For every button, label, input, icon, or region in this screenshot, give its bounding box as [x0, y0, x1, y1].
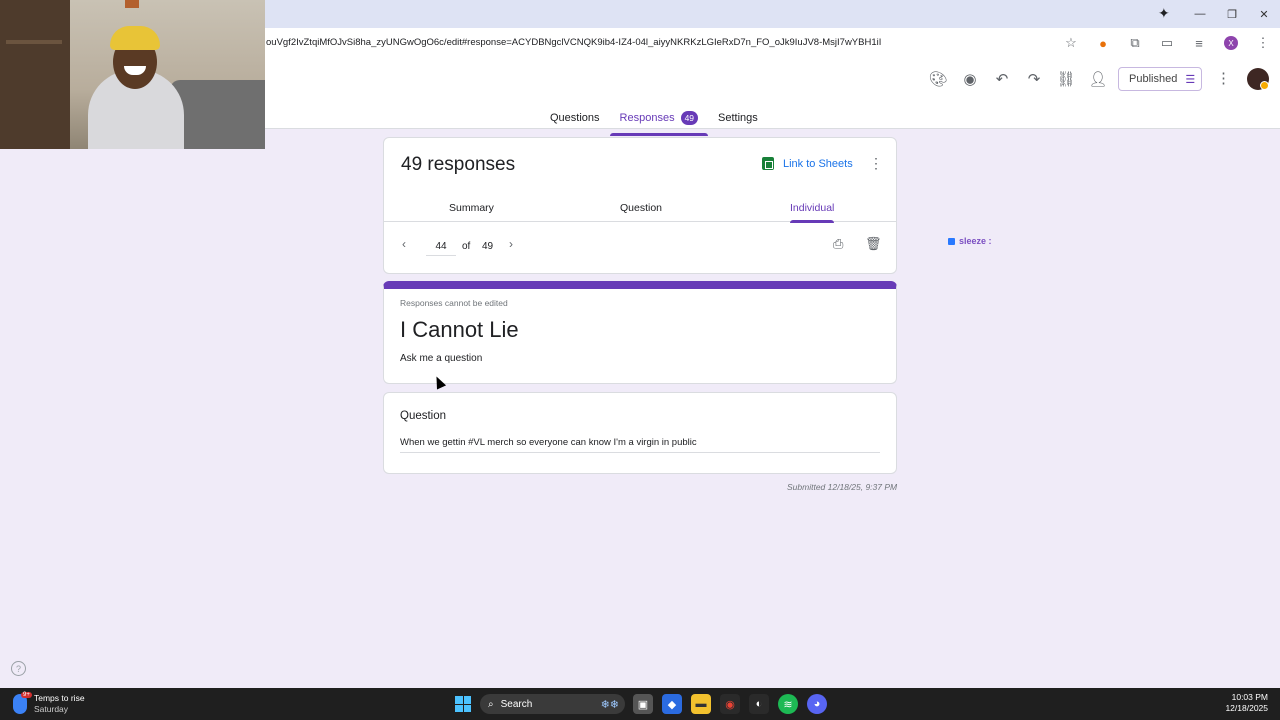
response-pager: ‹ of 49 › ⎙ 🗑︎ — [384, 235, 896, 259]
help-icon[interactable]: ? — [11, 661, 26, 676]
snowflake-icon: ❄❄ — [600, 698, 619, 711]
form-header-card: Responses cannot be edited I Cannot Lie … — [383, 281, 897, 384]
bookmark-star-icon[interactable]: ☆ — [1058, 31, 1084, 55]
extension-icon[interactable]: ● — [1090, 31, 1116, 55]
cast-icon[interactable]: ▭ — [1154, 31, 1180, 55]
link-to-sheets-label: Link to Sheets — [783, 157, 853, 170]
palette-icon[interactable]: 🎨︎ — [922, 67, 954, 91]
chevron-left-icon[interactable]: ‹ — [402, 237, 406, 251]
side-label: sleeze : — [948, 236, 992, 246]
toolbar-icons: ☆ ● ⧉ ▭ ≡ X ⋮ — [1058, 31, 1276, 55]
responses-card: 49 responses Link to Sheets ⋮ Summary Qu… — [383, 137, 897, 274]
responses-more-icon[interactable]: ⋮ — [869, 155, 883, 172]
header-actions: 🎨︎ ◉ ↶ ↷ ⛓ 👤︎ — [922, 67, 1114, 91]
tab-responses[interactable]: Responses 49 — [609, 108, 709, 136]
add-collaborator-icon[interactable]: 👤︎ — [1082, 67, 1114, 91]
responses-locked-note: Responses cannot be edited — [400, 298, 508, 308]
question-title: Question — [400, 410, 447, 422]
window-controls: — ❐ ✕ — [1184, 0, 1280, 28]
tab-settings[interactable]: Settings — [708, 108, 768, 128]
form-title: I Cannot Lie — [400, 317, 519, 342]
link-icon[interactable]: ⛓ — [1050, 67, 1082, 91]
sheets-icon — [762, 157, 774, 170]
url-text[interactable]: ouVgf2IvZtqiMfOJvSi8ha_zyUNGwOgO6c/edit#… — [266, 37, 881, 48]
clock-date: 12/18/2025 — [1225, 703, 1268, 713]
discord-icon[interactable]: ◕ — [807, 694, 827, 714]
chrome-icon[interactable]: ◉ — [720, 694, 740, 714]
file-explorer-icon[interactable]: ▬ — [691, 694, 711, 714]
settings-sliders-icon: ☰ — [1185, 73, 1196, 86]
browser-menu-icon[interactable]: ⋮ — [1250, 31, 1276, 55]
tab-summary[interactable]: Summary — [449, 202, 494, 214]
tab-question[interactable]: Question — [620, 202, 662, 214]
pager-total: 49 — [482, 241, 494, 252]
search-label: Search — [500, 698, 533, 710]
weather-day: Saturday — [34, 704, 69, 714]
preview-eye-icon[interactable]: ◉ — [954, 67, 986, 91]
redo-icon[interactable]: ↷ — [1018, 67, 1050, 91]
undo-icon[interactable]: ↶ — [986, 67, 1018, 91]
chevron-right-icon[interactable]: › — [509, 237, 513, 251]
response-number-input[interactable] — [426, 238, 456, 256]
cube-icon — [948, 237, 955, 245]
task-view-icon[interactable]: ▣ — [633, 694, 653, 714]
link-to-sheets-button[interactable]: Link to Sheets — [762, 157, 853, 170]
spotify-icon[interactable]: ≋ — [778, 694, 798, 714]
windows-start-icon[interactable] — [455, 696, 471, 712]
delete-icon[interactable]: 🗑︎ — [865, 236, 882, 252]
puzzle-extensions-icon[interactable]: ⧉ — [1122, 31, 1148, 55]
published-button[interactable]: Published ☰ — [1118, 67, 1202, 91]
close-button[interactable]: ✕ — [1248, 0, 1280, 28]
question-card: Question When we gettin #VL merch so eve… — [383, 392, 897, 474]
tab-questions[interactable]: Questions — [540, 108, 610, 128]
media-controls-icon[interactable]: ≡ — [1186, 31, 1212, 55]
taskbar-apps: ▣ ◆ ▬ ◉ ◐ ≋ ◕ — [633, 694, 827, 714]
responses-count-badge: 49 — [680, 111, 699, 125]
clock-time: 10:03 PM — [1231, 692, 1268, 702]
gemini-icon[interactable]: ✦ — [1158, 5, 1170, 22]
maximize-button[interactable]: ❐ — [1216, 0, 1248, 28]
main-tabs: Questions Responses 49 Settings — [540, 108, 768, 136]
app-icon[interactable]: ◐ — [749, 694, 769, 714]
question-answer: When we gettin #VL merch so everyone can… — [400, 437, 880, 453]
avatar-badge — [1260, 81, 1269, 90]
taskbar-search[interactable]: ⌕ Search ❄❄ — [480, 694, 625, 714]
minimize-button[interactable]: — — [1184, 0, 1216, 28]
webcam-overlay — [0, 0, 265, 149]
profile-icon[interactable]: X — [1218, 31, 1244, 55]
thermometer-icon: 9+ — [13, 692, 32, 714]
published-label: Published — [1129, 73, 1178, 85]
weather-widget[interactable]: 9+ Temps to rise Saturday — [13, 692, 85, 715]
print-icon[interactable]: ⎙ — [833, 236, 843, 252]
weather-title: Temps to rise — [34, 693, 85, 703]
tab-individual[interactable]: Individual — [790, 202, 835, 223]
search-icon: ⌕ — [488, 698, 494, 710]
form-description: Ask me a question — [400, 353, 483, 364]
pager-of-label: of — [462, 241, 471, 252]
taskbar-clock[interactable]: 10:03 PM 12/18/2025 — [1225, 692, 1268, 714]
responses-title: 49 responses — [401, 154, 516, 175]
more-options-icon[interactable]: ⋮ — [1216, 69, 1231, 87]
copilot-icon[interactable]: ◆ — [662, 694, 682, 714]
submitted-timestamp: Submitted 12/18/25, 9:37 PM — [787, 482, 898, 492]
response-view-tabs: Summary Question Individual — [384, 198, 896, 223]
